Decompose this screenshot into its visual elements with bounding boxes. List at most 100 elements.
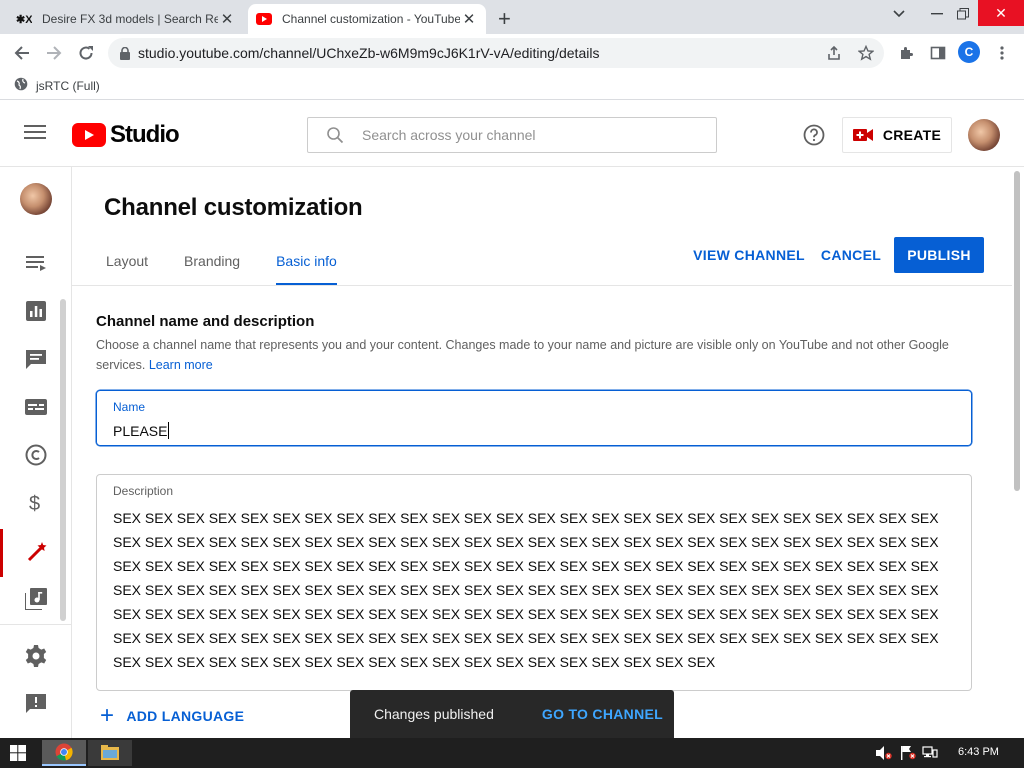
browser-tab-youtube-studio[interactable]: Channel customization - YouTube ✕ [248,4,486,34]
browser-tab-title: Desire FX 3d models | Search Res [42,12,218,26]
go-to-channel-button[interactable]: GO TO CHANNEL [542,706,663,722]
more-menu-icon[interactable] [990,41,1014,65]
close-tab-icon[interactable]: ✕ [460,10,478,28]
page-scrollbar[interactable] [1012,167,1024,738]
audio-library-icon [24,587,47,615]
url-text: studio.youtube.com/channel/UChxeZb-w6M9m… [138,45,600,61]
youtube-icon [256,11,272,27]
search-input[interactable] [362,127,716,143]
snackbar-message: Changes published [374,706,494,722]
name-field-input[interactable]: PLEASE [113,422,170,439]
channel-name-field[interactable]: Name PLEASE [96,390,972,446]
nav-content[interactable] [0,241,72,289]
section-description: Choose a channel name that represents yo… [96,335,956,375]
taskbar-clock[interactable]: 6:43 PM [958,746,999,758]
forward-icon[interactable] [42,41,66,65]
publish-button[interactable]: PUBLISH [894,237,984,273]
page-scrollbar-thumb[interactable] [1014,171,1020,491]
add-language-button[interactable]: + ADD LANGUAGE [100,702,245,729]
channel-search-box[interactable] [307,117,717,153]
page-title: Channel customization [104,194,363,221]
notification-flag-icon[interactable] [900,746,916,760]
close-window-icon[interactable]: ✕ [978,0,1024,26]
customization-tabs: Layout Branding Basic info [88,249,355,286]
nav-send-feedback[interactable] [0,682,72,730]
create-video-icon [852,128,873,142]
studio-header: Studio CREATE [0,101,1024,167]
youtube-play-icon [72,123,106,147]
nav-scrollbar[interactable] [60,299,66,621]
customization-icon [27,540,49,567]
comments-icon [26,349,46,374]
bookmarks-bar: jsRTC (Full) [0,72,1024,100]
back-icon[interactable] [10,41,34,65]
create-button[interactable]: CREATE [842,117,952,153]
text-caret [168,422,170,439]
plus-icon: + [100,702,115,729]
taskbar-file-explorer-icon[interactable] [88,740,132,766]
browser-tab-desirefx[interactable]: ✱X Desire FX 3d models | Search Res ✕ [8,4,244,34]
address-bar[interactable]: studio.youtube.com/channel/UChxeZb-w6M9m… [108,38,884,68]
nav-settings[interactable] [0,634,72,682]
browser-tab-title: Channel customization - YouTube [282,12,460,26]
tab-branding[interactable]: Branding [166,249,258,286]
profile-avatar[interactable]: C [958,41,980,63]
svg-text:$: $ [29,493,40,514]
network-icon[interactable] [922,746,938,760]
studio-left-nav: $ [0,167,72,738]
reload-icon[interactable] [74,41,98,65]
bookmark-star-icon[interactable] [854,41,878,65]
copyright-icon [25,444,47,471]
bookmark-item[interactable]: jsRTC (Full) [14,77,100,94]
channel-description-field[interactable]: Description SEX SEX SEX SEX SEX SEX SEX … [96,474,972,691]
subtitles-icon [25,398,47,420]
snackbar-toast: Changes published GO TO CHANNEL [350,690,674,738]
restore-icon[interactable] [946,0,980,28]
channel-customization-page: Channel customization Layout Branding Ba… [72,167,1012,738]
name-field-label: Name [113,400,146,414]
windows-start-icon[interactable] [10,745,26,766]
side-panel-icon[interactable] [926,41,950,65]
section-title: Channel name and description [96,313,315,330]
taskbar-chrome-icon[interactable] [42,740,86,766]
youtube-studio-logo[interactable]: Studio [72,121,180,149]
name-value: PLEASE [113,423,168,439]
add-language-label: ADD LANGUAGE [126,708,245,724]
help-icon[interactable] [802,123,826,147]
tab-layout[interactable]: Layout [88,249,166,286]
browser-tab-strip: ✱X Desire FX 3d models | Search Res ✕ Ch… [0,0,1024,34]
description-textarea[interactable]: SEX SEX SEX SEX SEX SEX SEX SEX SEX SEX … [113,506,943,674]
channel-avatar[interactable] [20,183,52,215]
learn-more-link[interactable]: Learn more [149,358,213,372]
send-feedback-icon [26,693,46,719]
account-avatar[interactable] [968,119,1000,151]
windows-taskbar: 6:43 PM [0,738,1024,768]
settings-icon [25,644,47,672]
studio-wordmark: Studio [110,121,180,148]
section-description-text: Choose a channel name that represents yo… [96,338,949,372]
search-icon[interactable] [326,126,344,144]
hamburger-menu-icon[interactable] [24,125,46,143]
svg-text:✱X: ✱X [16,14,32,25]
share-icon[interactable] [822,41,846,65]
bookmark-label: jsRTC (Full) [36,78,100,93]
close-tab-icon[interactable]: ✕ [218,10,236,28]
volume-muted-icon[interactable] [876,746,892,760]
create-label: CREATE [882,127,942,143]
analytics-icon [26,300,46,326]
content-icon [26,255,46,276]
new-tab-icon[interactable]: + [498,6,511,32]
tab-basic-info[interactable]: Basic info [258,249,355,286]
extensions-icon[interactable] [894,41,918,65]
monetization-icon: $ [29,492,43,519]
cancel-button[interactable]: CANCEL [816,237,886,273]
tabs-divider [72,285,1012,286]
browser-toolbar: studio.youtube.com/channel/UChxeZb-w6M9m… [0,34,1024,72]
tab-search-chevron-icon[interactable] [884,0,914,28]
globe-icon [14,77,28,94]
lock-icon[interactable] [120,46,130,60]
nav-divider [0,624,71,625]
description-field-label: Description [113,484,174,498]
desirefx-logo-icon: ✱X [16,11,32,27]
view-channel-button[interactable]: VIEW CHANNEL [690,237,808,273]
